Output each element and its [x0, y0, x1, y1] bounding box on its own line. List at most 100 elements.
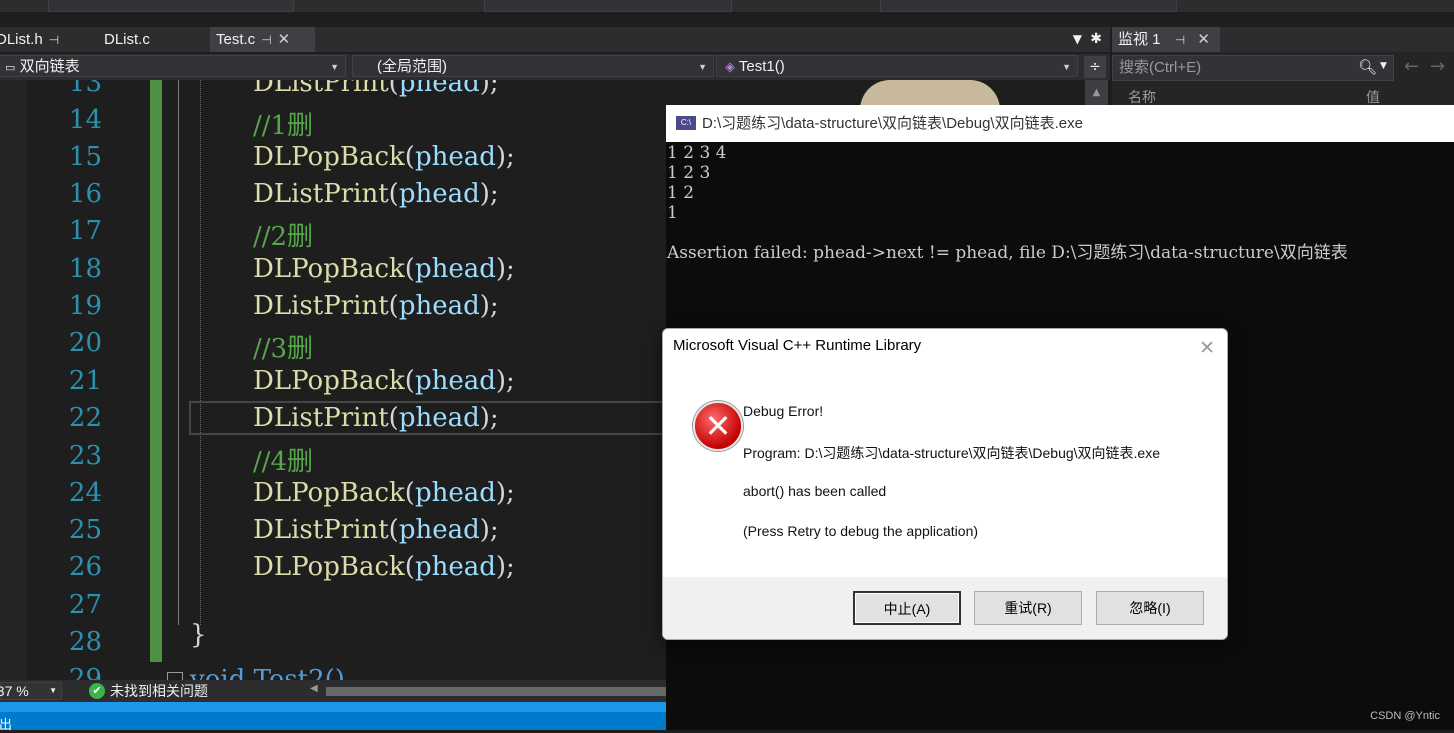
close-icon[interactable]: ✕ [278, 31, 291, 48]
function-dropdown[interactable]: ◈ Test1() ▼ [716, 55, 1078, 77]
breakpoint-margin[interactable] [0, 80, 26, 680]
console-app-icon: C:\ [676, 116, 696, 130]
tab-dlist-c[interactable]: DList.c [104, 27, 204, 52]
check-icon: ✔ [89, 683, 105, 699]
code-line[interactable]: DLPopBack(phead); [253, 142, 515, 172]
output-label[interactable]: 输出 [0, 714, 12, 733]
code-editor[interactable]: 13 DListPrint(phead); 14 //1删 15 DLPopBa… [0, 80, 666, 680]
dialog-hint: (Press Retry to debug the application) [743, 523, 979, 539]
dialog-program-path: Program: D:\习题练习\data-structure\双向链表\Deb… [743, 445, 1160, 461]
line-number: 27 [68, 590, 102, 620]
thread-dropdown[interactable] [484, 0, 732, 12]
console-title: D:\习题练习\data-structure\双向链表\Debug\双向链表.e… [702, 115, 1083, 132]
chevron-down-icon: ▼ [49, 686, 57, 695]
line-number: 25 [68, 515, 102, 545]
close-icon[interactable]: ✕ [1197, 31, 1210, 48]
issues-status[interactable]: 未找到相关问题 [110, 682, 208, 700]
vertical-scrollbar[interactable]: ▲ [1085, 80, 1108, 105]
line-number: 24 [68, 478, 102, 508]
function-name: Test1() [738, 58, 785, 75]
code-line[interactable]: DListPrint(phead); [253, 291, 499, 321]
tab-dlist-h[interactable]: DList.h ⊣ [0, 27, 86, 52]
zoom-dropdown[interactable]: 137 % ▼ [0, 682, 62, 700]
column-header-value[interactable]: 值 [1366, 87, 1380, 107]
pin-icon[interactable]: ⊣ [49, 33, 59, 47]
project-icon: ▭ [5, 62, 16, 74]
line-number: 19 [68, 291, 102, 321]
runtime-error-dialog: Microsoft Visual C++ Runtime Library ✕ ✕… [662, 328, 1228, 640]
code-line[interactable]: DLPopBack(phead); [253, 366, 515, 396]
code-line[interactable]: void Test2() [190, 665, 345, 680]
editor-status-bar: 137 % ▼ ✔ 未找到相关问题 ◀ [0, 680, 666, 702]
code-comment[interactable]: //3删 [253, 328, 313, 365]
scroll-left-icon[interactable]: ◀ [310, 683, 318, 694]
tab-list-dropdown-icon[interactable]: ▼ [1073, 27, 1082, 52]
arrow-right-icon[interactable]: → [1430, 56, 1445, 77]
code-line[interactable]: DLPopBack(phead); [253, 552, 515, 582]
scope-dropdown[interactable]: (全局范围) ▼ [352, 55, 714, 77]
code-comment[interactable]: //4删 [253, 441, 313, 478]
pin-icon[interactable]: ⊣ [261, 33, 271, 47]
code-line[interactable]: DListPrint(phead); [253, 403, 499, 433]
line-number: 26 [68, 552, 102, 582]
abort-button[interactable]: 中止(A) [853, 591, 961, 625]
scope-name: (全局范围) [377, 58, 447, 75]
tab-test-c[interactable]: Test.c ⊣ ✕ [210, 27, 315, 52]
watch-search-input[interactable]: 搜索(Ctrl+E) [1112, 55, 1394, 81]
line-number: 13 [68, 80, 102, 98]
dialog-heading: Debug Error! [743, 403, 824, 419]
output-panel-stripe [0, 702, 666, 712]
line-number: 15 [68, 142, 102, 172]
line-number: 16 [68, 179, 102, 209]
horizontal-scrollbar[interactable]: ◀ [310, 683, 666, 697]
code-line[interactable]: DListPrint(phead); [253, 179, 499, 209]
tab-label: Test.c [216, 31, 256, 48]
code-line[interactable]: DListPrint(phead); [253, 515, 499, 545]
ignore-button[interactable]: 忽略(I) [1096, 591, 1204, 625]
chevron-down-icon: ▼ [698, 62, 707, 72]
search-icon[interactable]: 🔍︎ [1358, 58, 1377, 76]
pin-icon[interactable]: ⊣ [1175, 33, 1185, 47]
watermark: CSDN @Yntic [1370, 710, 1440, 722]
code-comment[interactable]: //2删 [253, 216, 313, 253]
collapse-toggle-icon[interactable] [167, 672, 183, 680]
dialog-abort-message: abort() has been called [743, 483, 887, 499]
indent-guide [200, 80, 201, 625]
column-header-name[interactable]: 名称 [1128, 87, 1156, 107]
scrollbar-thumb[interactable] [326, 687, 666, 696]
console-titlebar[interactable]: C:\ D:\习题练习\data-structure\双向链表\Debug\双向… [666, 105, 1454, 142]
scroll-up-icon[interactable]: ▲ [1085, 80, 1108, 105]
tab-label: DList.c [104, 31, 150, 48]
console-output: 1 2 3 4 1 2 3 1 2 1 [667, 143, 727, 223]
assertion-message: Assertion failed: phead->next != phead, … [667, 243, 1348, 263]
code-comment[interactable]: //1删 [253, 105, 313, 142]
line-number: 17 [68, 216, 102, 246]
line-number: 20 [68, 328, 102, 358]
line-number: 18 [68, 254, 102, 284]
chevron-down-icon[interactable]: ▼ [1380, 61, 1387, 71]
dialog-title: Microsoft Visual C++ Runtime Library [673, 337, 922, 354]
code-line[interactable]: DLPopBack(phead); [253, 254, 515, 284]
code-line[interactable]: DListPrint(phead); [253, 80, 499, 98]
project-dropdown[interactable]: ▭ 双向链表 ▼ [0, 55, 346, 77]
arrow-left-icon[interactable]: ← [1404, 56, 1419, 77]
line-number: 14 [68, 105, 102, 135]
navigation-bar: ▭ 双向链表 ▼ (全局范围) ▼ ◈ Test1() ▼ ÷ [0, 54, 1110, 80]
close-icon[interactable]: ✕ [1199, 337, 1215, 360]
line-number: 29 [68, 664, 102, 680]
retry-button[interactable]: 重试(R) [974, 591, 1082, 625]
split-editor-icon[interactable]: ÷ [1084, 56, 1106, 78]
watch-tab[interactable]: 监视 1 ⊣ ✕ [1112, 27, 1220, 52]
line-number: 28 [68, 627, 102, 657]
code-line[interactable]: DLPopBack(phead); [253, 478, 515, 508]
watch-panel: 监视 1 ⊣ ✕ 搜索(Ctrl+E) 🔍︎ ▼ ← → 名称 值 [1112, 27, 1454, 105]
output-panel-header: 输出 [0, 702, 666, 733]
indent-guide [178, 80, 179, 625]
gear-icon[interactable]: ✱ [1090, 27, 1102, 52]
stack-frame-dropdown[interactable] [880, 0, 1177, 12]
line-number: 22 [68, 403, 102, 433]
closing-brace[interactable]: } [190, 620, 207, 650]
process-dropdown[interactable] [48, 0, 294, 12]
dialog-button-bar: 中止(A) 重试(R) 忽略(I) [663, 577, 1227, 639]
top-toolbar [0, 0, 1454, 12]
